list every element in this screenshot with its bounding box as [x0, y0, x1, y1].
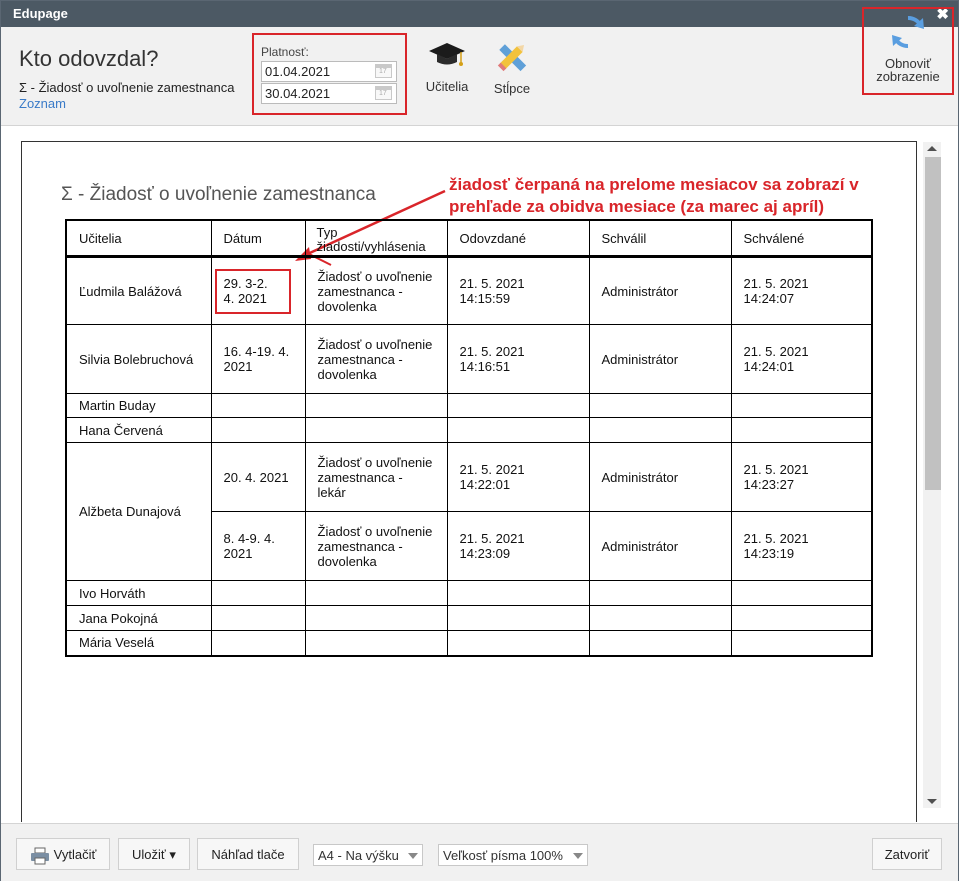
font-size-select[interactable]: Veľkosť písma 100%	[438, 844, 588, 866]
report-subtitle: Σ - Žiadosť o uvoľnenie zamestnanca	[19, 80, 235, 95]
title-bar: Edupage ✖	[1, 1, 958, 27]
table-header-row: Učitelia Dátum Typ žiadosti/vyhlásenia O…	[65, 219, 873, 258]
col-header-date: Dátum	[210, 219, 306, 258]
refresh-icon	[892, 16, 924, 48]
date-cell: 16. 4-19. 4. 2021	[210, 324, 306, 394]
save-button[interactable]: Uložiť ▾	[118, 838, 190, 870]
highlighted-date: 29. 3-2. 4. 2021	[214, 268, 291, 314]
chevron-down-icon	[408, 853, 418, 859]
scrollbar-thumb[interactable]	[925, 157, 941, 490]
approver-cell: Administrátor	[588, 256, 732, 325]
printer-icon	[30, 847, 49, 865]
report-table: Učitelia Dátum Typ žiadosti/vyhlásenia O…	[65, 219, 873, 657]
chevron-down-icon	[573, 853, 583, 859]
table-row: Martin Buday	[65, 393, 873, 418]
graduation-cap-icon	[429, 43, 465, 66]
teacher-cell: Mária Veselá	[65, 630, 212, 656]
teacher-cell: Martin Buday	[65, 393, 212, 418]
calendar-icon[interactable]	[375, 64, 392, 78]
columns-label: Stĺpce	[493, 81, 531, 96]
refresh-label: Obnoviť zobrazenie	[876, 56, 940, 84]
table-row: Ivo Horváth	[65, 580, 873, 606]
date-cell: 29. 3-2. 4. 2021	[210, 256, 306, 325]
teacher-cell: Hana Červená	[65, 417, 212, 443]
col-header-approved: Schválené	[730, 219, 873, 258]
annotation-note: žiadosť čerpaná na prelome mesiacov sa z…	[449, 175, 859, 216]
columns-button[interactable]: Stĺpce	[490, 40, 534, 96]
date-cell: 20. 4. 2021	[210, 442, 306, 512]
approver-cell: Administrátor	[588, 511, 732, 581]
table-row: Mária Veselá	[65, 630, 873, 656]
table-row: Hana Červená	[65, 417, 873, 443]
date-cell: 8. 4-9. 4. 2021	[210, 511, 306, 581]
teacher-cell: Ľudmila Balážová	[65, 256, 212, 325]
table-row: Alžbeta Dunajová 20. 4. 2021 Žiadosť o u…	[65, 442, 873, 581]
report-header: Kto odovzdal? Σ - Žiadosť o uvoľnenie za…	[1, 27, 958, 126]
teachers-label: Učitelia	[425, 79, 469, 94]
approver-cell: Administrátor	[588, 324, 732, 394]
approved-cell: 21. 5. 2021 14:23:27	[730, 442, 873, 512]
dialog-window: Edupage ✖ Kto odovzdal? Σ - Žiadosť o uv…	[0, 0, 959, 881]
scroll-up-icon[interactable]	[927, 146, 937, 151]
date-from-input[interactable]	[262, 62, 372, 81]
type-cell: Žiadosť o uvoľnenie zamestnanca - dovole…	[304, 511, 448, 581]
table-row: Ľudmila Balážová 29. 3-2. 4. 2021 Žiados…	[65, 256, 873, 325]
date-from-field[interactable]	[261, 61, 397, 82]
teacher-cell: Jana Pokojná	[65, 605, 212, 631]
list-link[interactable]: Zoznam	[19, 96, 66, 111]
col-header-submitted: Odovzdané	[446, 219, 590, 258]
pencil-ruler-icon	[497, 44, 527, 72]
dialog-footer: Vytlačiť Uložiť ▾ Náhľad tlače A4 - Na v…	[1, 823, 958, 881]
table-row: Silvia Bolebruchová 16. 4-19. 4. 2021 Ži…	[65, 324, 873, 394]
teacher-cell: Ivo Horváth	[65, 580, 212, 606]
submitted-cell: 21. 5. 2021 14:22:01	[446, 442, 590, 512]
date-to-field[interactable]	[261, 83, 397, 104]
teacher-cell: Silvia Bolebruchová	[65, 324, 212, 394]
type-cell: Žiadosť o uvoľnenie zamestnanca - dovole…	[304, 256, 448, 325]
page-title: Kto odovzdal?	[19, 46, 159, 71]
paper-format-select[interactable]: A4 - Na výšku	[313, 844, 423, 866]
teacher-cell: Alžbeta Dunajová	[65, 442, 212, 581]
vertical-scrollbar[interactable]	[923, 142, 941, 808]
col-header-teacher: Učitelia	[65, 219, 212, 258]
print-button[interactable]: Vytlačiť	[16, 838, 110, 870]
window-title: Edupage	[13, 6, 68, 21]
validity-label: Platnosť:	[261, 45, 309, 59]
scroll-down-icon[interactable]	[927, 799, 937, 804]
approved-cell: 21. 5. 2021 14:24:07	[730, 256, 873, 325]
col-header-type: Typ žiadosti/vyhlásenia	[304, 219, 448, 258]
print-preview-button[interactable]: Náhľad tlače	[197, 838, 299, 870]
approved-cell: 21. 5. 2021 14:24:01	[730, 324, 873, 394]
submitted-cell: 21. 5. 2021 14:23:09	[446, 511, 590, 581]
paper-format-value: A4 - Na výšku	[318, 848, 399, 863]
date-to-input[interactable]	[262, 84, 372, 103]
table-row: Jana Pokojná	[65, 605, 873, 631]
close-button[interactable]: Zatvoriť	[872, 838, 942, 870]
col-header-approver: Schválil	[588, 219, 732, 258]
approver-cell: Administrátor	[588, 442, 732, 512]
submitted-cell: 21. 5. 2021 14:15:59	[446, 256, 590, 325]
calendar-icon[interactable]	[375, 86, 392, 100]
refresh-button[interactable]: Obnoviť zobrazenie	[862, 7, 954, 95]
submitted-cell: 21. 5. 2021 14:16:51	[446, 324, 590, 394]
validity-period: Platnosť:	[252, 33, 407, 115]
type-cell: Žiadosť o uvoľnenie zamestnanca - dovole…	[304, 324, 448, 394]
approved-cell: 21. 5. 2021 14:23:19	[730, 511, 873, 581]
teachers-button[interactable]: Učitelia	[423, 41, 471, 94]
type-cell: Žiadosť o uvoľnenie zamestnanca - lekár	[304, 442, 448, 512]
print-label: Vytlačiť	[53, 847, 97, 862]
font-size-value: Veľkosť písma 100%	[443, 848, 563, 863]
